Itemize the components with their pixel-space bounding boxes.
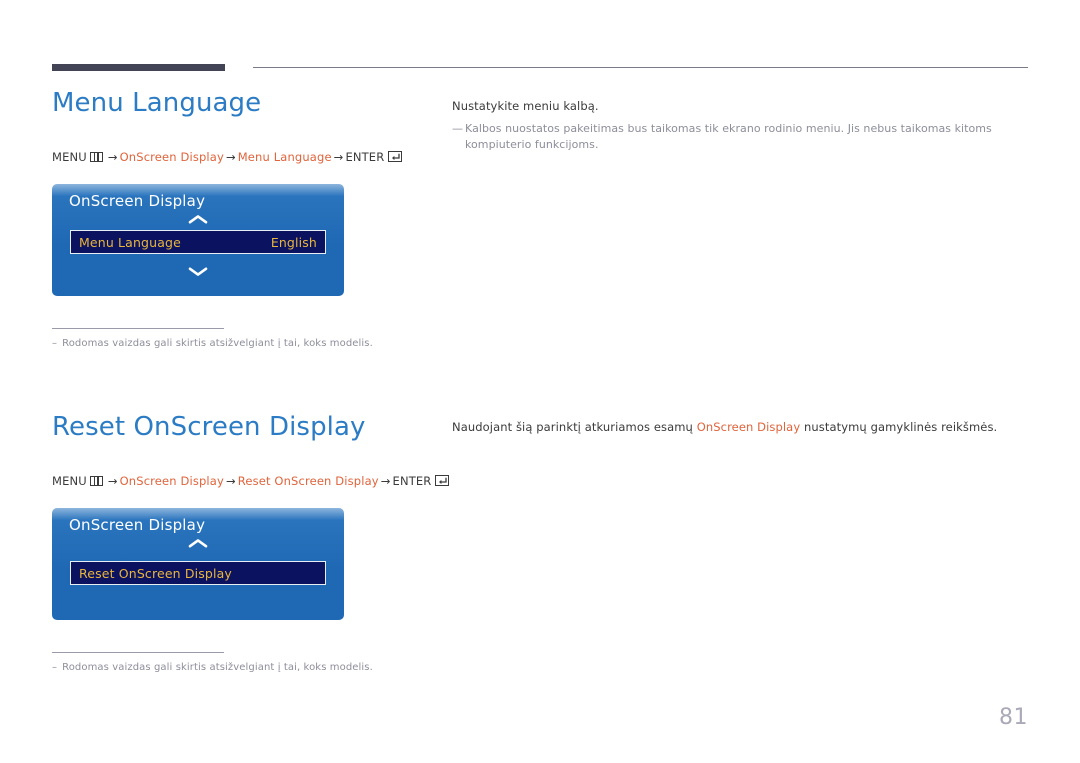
breadcrumb-arrow-2: →	[225, 150, 236, 164]
footnote-dash: –	[52, 338, 58, 349]
breadcrumb-enter-label: ENTER	[345, 150, 385, 164]
osd-row-label: Menu Language	[79, 234, 181, 250]
description-reset-onscreen-display: Naudojant šią parinktį atkuriamos esamų …	[452, 419, 1032, 442]
chevron-down-icon[interactable]	[52, 266, 344, 277]
note-dash: —	[452, 121, 464, 135]
breadcrumb-menu-label: MENU	[52, 474, 87, 488]
header-rule-thick	[52, 64, 225, 71]
description-note: — Kalbos nuostatos pakeitimas bus taikom…	[452, 121, 1027, 154]
breadcrumb-crumb-reset-onscreen-display: Reset OnScreen Display	[237, 474, 379, 488]
osd-panel-menu-language: OnScreen Display Menu Language English	[52, 184, 344, 296]
osd-panel-title: OnScreen Display	[69, 516, 206, 534]
description-lead: Naudojant šią parinktį atkuriamos esamų …	[452, 419, 1032, 436]
breadcrumb-arrow-3: →	[333, 150, 344, 164]
breadcrumb-enter-label: ENTER	[392, 474, 432, 488]
osd-panel-title: OnScreen Display	[69, 192, 206, 210]
description-lead-part1: Naudojant šią parinktį atkuriamos esamų	[452, 420, 697, 434]
breadcrumb-crumb-onscreen-display: OnScreen Display	[119, 474, 224, 488]
osd-row-value: English	[270, 234, 317, 250]
breadcrumb-arrow-2: →	[225, 474, 236, 488]
osd-row-label: Reset OnScreen Display	[79, 565, 232, 581]
page-title-menu-language: Menu Language	[52, 88, 262, 118]
breadcrumb-menu-language: MENU → OnScreen Display → Menu Language → ENTE…	[52, 150, 403, 164]
description-lead-part2: nustatymų gamyklinės reikšmės.	[800, 420, 998, 434]
description-lead-highlight: OnScreen Display	[696, 420, 801, 434]
breadcrumb-arrow-1: →	[107, 474, 118, 488]
description-menu-language: Nustatykite meniu kalbą. — Kalbos nuosta…	[452, 98, 1032, 154]
document-page: Menu Language MENU → OnScreen Display → Menu…	[0, 0, 1080, 763]
chevron-up-icon[interactable]	[52, 538, 344, 549]
footnote-rule-2	[52, 652, 224, 653]
note-text: Kalbos nuostatos pakeitimas bus taikomas…	[465, 121, 992, 152]
breadcrumb-reset-onscreen-display: MENU → OnScreen Display → Reset OnScreen Dis…	[52, 474, 450, 488]
osd-row-reset-onscreen-display[interactable]: Reset OnScreen Display	[70, 561, 326, 585]
breadcrumb-arrow-1: →	[107, 150, 118, 164]
footnote-1: – Rodomas vaizdas gali skirtis atsižvelgi…	[52, 338, 373, 349]
description-lead: Nustatykite meniu kalbą.	[452, 99, 599, 113]
menu-grid-icon	[89, 476, 103, 486]
footnote-text: Rodomas vaizdas gali skirtis atsižvelgia…	[62, 662, 373, 673]
osd-panel-reset-onscreen-display: OnScreen Display Reset OnScreen Display	[52, 508, 344, 620]
osd-row-menu-language[interactable]: Menu Language English	[70, 230, 326, 254]
footnote-rule-1	[52, 328, 224, 329]
enter-key-icon	[435, 475, 450, 486]
menu-grid-icon	[89, 152, 103, 162]
enter-key-icon	[388, 151, 403, 162]
breadcrumb-menu-label: MENU	[52, 150, 87, 164]
footnote-2: – Rodomas vaizdas gali skirtis atsižvelgi…	[52, 662, 373, 673]
page-title-reset-onscreen-display: Reset OnScreen Display	[52, 412, 366, 442]
breadcrumb-crumb-onscreen-display: OnScreen Display	[119, 150, 224, 164]
header-rule-thin	[253, 67, 1028, 68]
page-number: 81	[999, 705, 1028, 730]
footnote-dash: –	[52, 662, 58, 673]
breadcrumb-arrow-3: →	[380, 474, 391, 488]
footnote-text: Rodomas vaizdas gali skirtis atsižvelgia…	[62, 338, 373, 349]
breadcrumb-crumb-menu-language: Menu Language	[237, 150, 332, 164]
chevron-up-icon[interactable]	[52, 214, 344, 225]
